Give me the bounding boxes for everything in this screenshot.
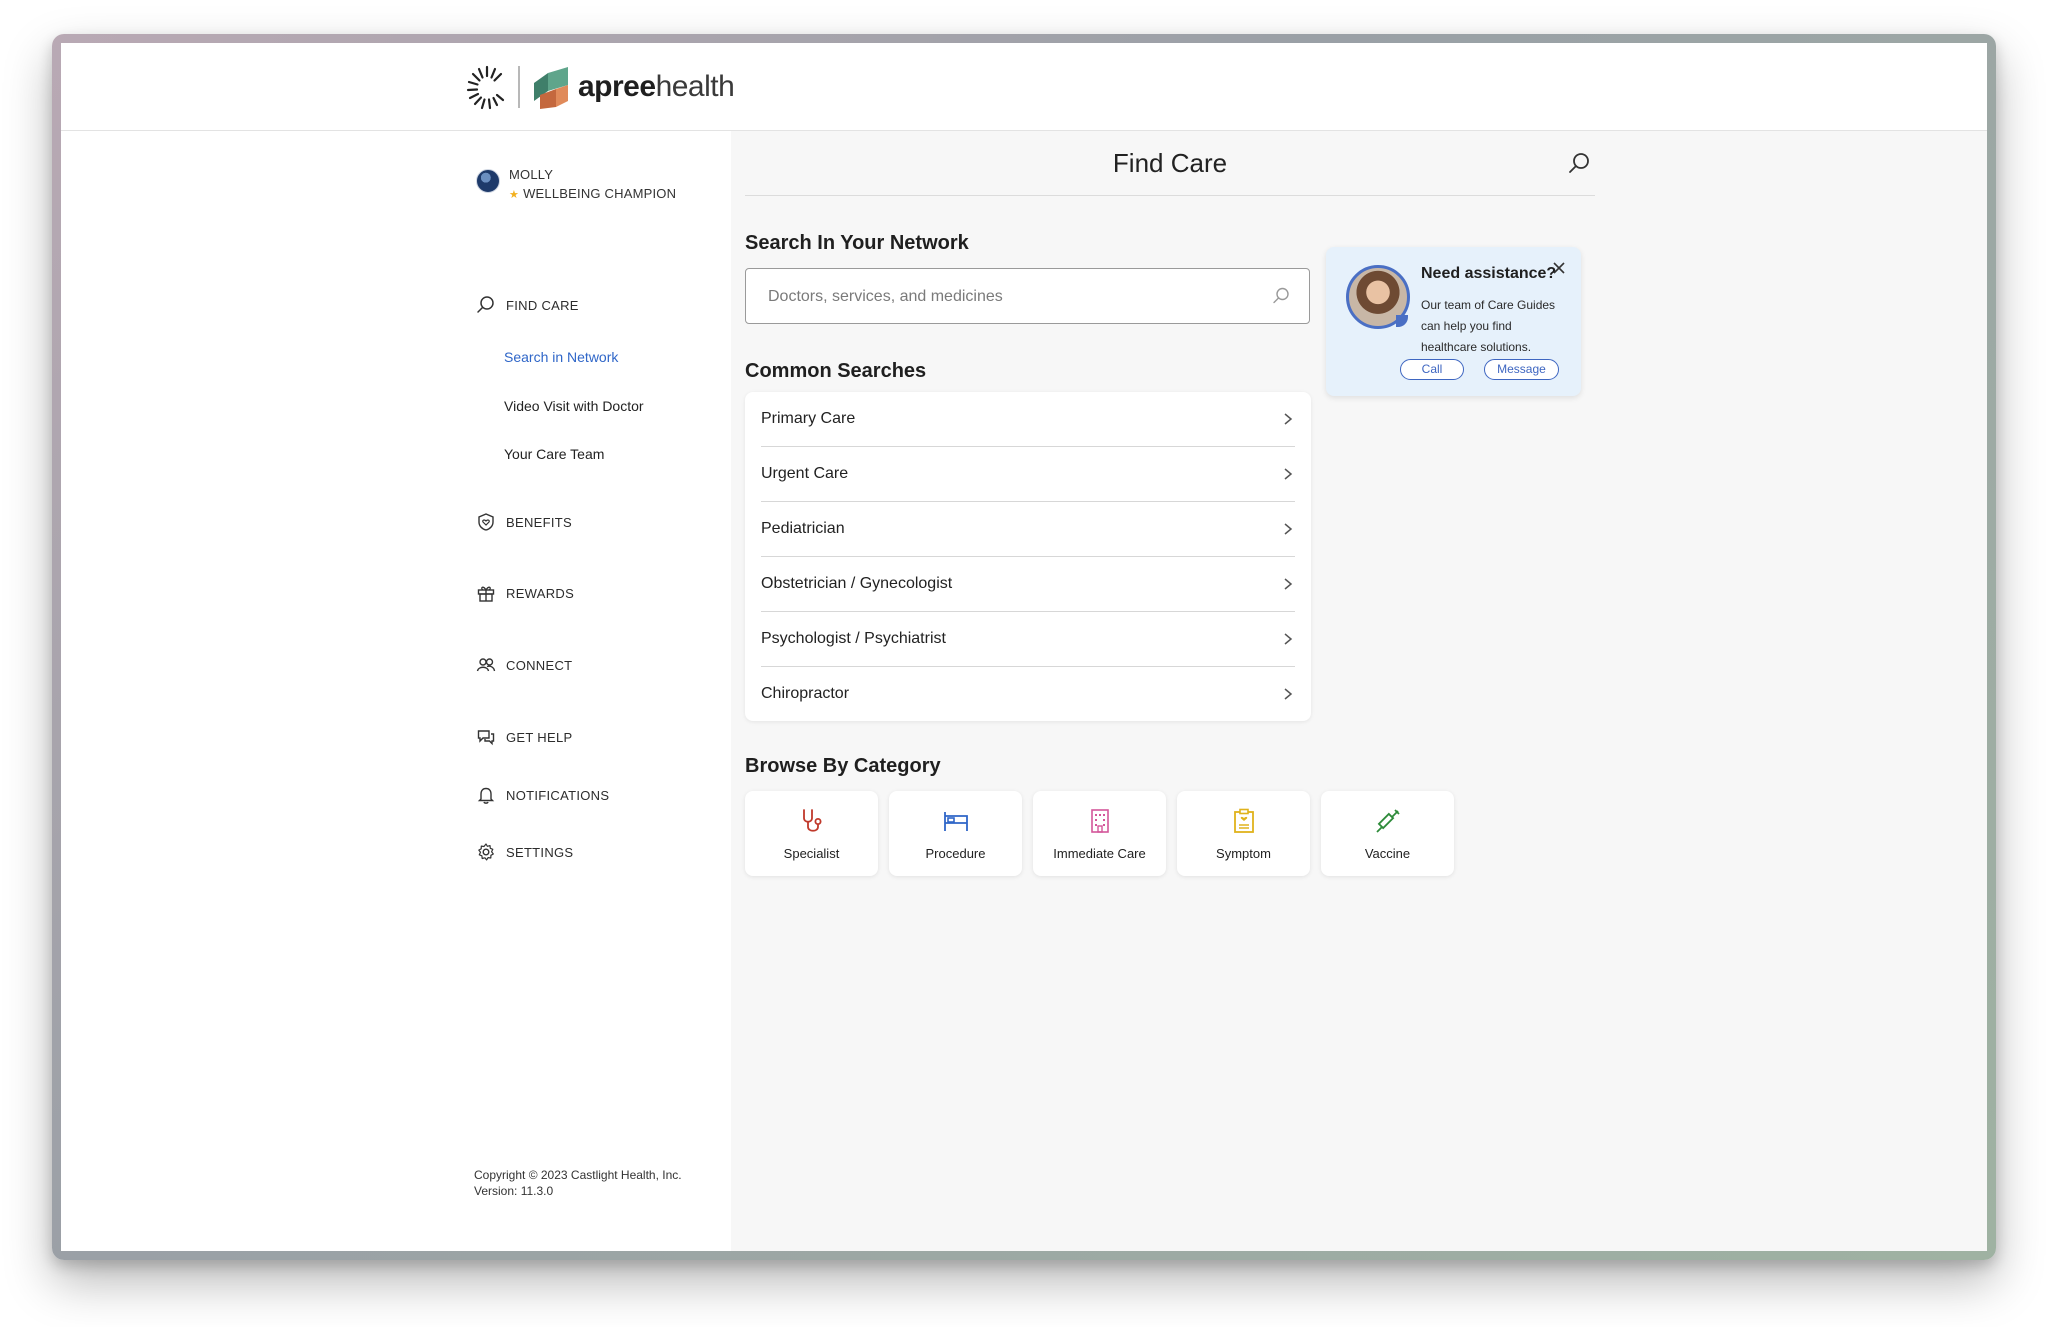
people-icon [476, 658, 496, 672]
nav-notifications-label: NOTIFICATIONS [506, 787, 610, 803]
assistance-card: Need assistance? Our team of Care Guides… [1326, 247, 1581, 396]
common-searches-list: Primary Care Urgent Care Pediatrician Ob… [745, 392, 1311, 721]
category-label: Immediate Care [1053, 846, 1146, 861]
list-item-label: Primary Care [761, 410, 856, 427]
chat-tail-icon [1396, 315, 1408, 327]
nav-connect-label: CONNECT [506, 657, 573, 673]
list-item[interactable]: Psychologist / Psychiatrist [761, 612, 1295, 667]
category-vaccine[interactable]: Vaccine [1321, 791, 1454, 876]
chevron-right-icon [1284, 688, 1293, 700]
apree-mark-icon [534, 67, 568, 109]
search-icon[interactable] [1271, 286, 1291, 306]
nav-get-help[interactable]: GET HELP [476, 727, 572, 747]
chevron-right-icon [1284, 468, 1293, 480]
search-icon[interactable] [1567, 151, 1591, 175]
brand-wordmark: apreehealth [578, 70, 735, 103]
copyright-text: Copyright © 2023 Castlight Health, Inc. [474, 1168, 682, 1182]
category-procedure[interactable]: Procedure [889, 791, 1022, 876]
clipboard-icon [1233, 808, 1254, 833]
nav-find-care[interactable]: FIND CARE [476, 295, 579, 315]
category-label: Specialist [783, 846, 840, 861]
category-symptom[interactable]: Symptom [1177, 791, 1310, 876]
list-item-label: Urgent Care [761, 465, 849, 482]
chat-bubbles-icon [477, 730, 495, 746]
common-searches-heading: Common Searches [745, 360, 927, 382]
chevron-right-icon [1284, 578, 1293, 590]
user-profile[interactable]: MOLLY ★ WELLBEING CHAMPION [476, 166, 676, 205]
nav-get-help-label: GET HELP [506, 729, 573, 745]
profile-name: MOLLY [509, 167, 554, 182]
assistance-body: Our team of Care Guides can help you fin… [1421, 298, 1556, 354]
brand-logo[interactable]: apreehealth [466, 63, 735, 111]
top-header: apreehealth [61, 43, 1987, 131]
shield-icon [478, 513, 494, 531]
nav-settings[interactable]: SETTINGS [476, 842, 573, 862]
sidebar: MOLLY ★ WELLBEING CHAMPION FIND CARE Sear… [61, 131, 731, 1251]
list-item[interactable]: Pediatrician [761, 502, 1295, 557]
search-heading: Search In Your Network [745, 232, 969, 254]
nav-rewards-label: REWARDS [506, 585, 575, 601]
list-item-label: Psychologist / Psychiatrist [761, 630, 946, 647]
avatar [476, 169, 500, 193]
bell-icon [477, 787, 495, 804]
nav-find-care-label: FIND CARE [506, 297, 579, 313]
assistance-title: Need assistance? [1421, 265, 1557, 282]
nav-search-in-network[interactable]: Search in Network [504, 349, 618, 365]
stethoscope-icon [802, 809, 821, 832]
nav-rewards[interactable]: REWARDS [476, 583, 574, 603]
chevron-right-icon [1284, 633, 1293, 645]
list-item-label: Obstetrician / Gynecologist [761, 575, 953, 592]
chevron-right-icon [1284, 413, 1293, 425]
search-icon [477, 296, 494, 313]
version-text: Version: 11.3.0 [474, 1184, 554, 1198]
browser-window: apreehealth MOLLY ★ WELLBEING CHAMPION FI… [52, 34, 1996, 1260]
nav-benefits-label: BENEFITS [506, 514, 572, 530]
list-item[interactable]: Primary Care [761, 392, 1295, 447]
nav-connect[interactable]: CONNECT [476, 655, 572, 675]
page-title: Find Care [745, 131, 1595, 196]
close-icon[interactable] [1552, 261, 1566, 275]
message-button[interactable]: Message [1484, 359, 1559, 380]
list-item[interactable]: Chiropractor [761, 667, 1295, 721]
nav-video-visit[interactable]: Video Visit with Doctor [504, 398, 644, 414]
gift-icon [477, 586, 495, 602]
category-specialist[interactable]: Specialist [745, 791, 878, 876]
nav-your-care-team[interactable]: Your Care Team [504, 446, 604, 462]
building-icon [1090, 809, 1109, 833]
category-label: Symptom [1216, 846, 1271, 861]
category-grid: Specialist Procedure Immediate Care Symp… [745, 791, 1465, 876]
list-item[interactable]: Urgent Care [761, 447, 1295, 502]
hospital-bed-icon [943, 812, 968, 831]
browse-heading: Browse By Category [745, 755, 941, 777]
nav-settings-label: SETTINGS [506, 844, 574, 860]
search-input[interactable] [766, 269, 1250, 325]
list-item[interactable]: Obstetrician / Gynecologist [761, 557, 1295, 612]
logo-divider [518, 66, 520, 108]
network-search-box[interactable] [745, 268, 1310, 325]
category-label: Procedure [925, 846, 986, 861]
star-icon: ★ [509, 189, 520, 201]
gear-icon [478, 843, 494, 861]
castlight-burst-icon [466, 65, 505, 110]
category-label: Vaccine [1364, 846, 1411, 861]
main-content: Find Care Search In Your Network Common … [731, 131, 1987, 1251]
page-title-text: Find Care [1112, 148, 1228, 178]
nav-notifications[interactable]: NOTIFICATIONS [476, 785, 609, 805]
footer-info: Copyright © 2023 Castlight Health, Inc. … [474, 1167, 682, 1199]
category-immediate-care[interactable]: Immediate Care [1033, 791, 1166, 876]
chevron-right-icon [1284, 523, 1293, 535]
list-item-label: Pediatrician [761, 520, 845, 537]
list-item-label: Chiropractor [761, 685, 850, 702]
app-frame: apreehealth MOLLY ★ WELLBEING CHAMPION FI… [61, 43, 1987, 1251]
syringe-icon [1375, 809, 1400, 833]
profile-role: ★ WELLBEING CHAMPION [509, 186, 677, 201]
call-button[interactable]: Call [1400, 359, 1464, 380]
nav-benefits[interactable]: BENEFITS [476, 512, 572, 532]
